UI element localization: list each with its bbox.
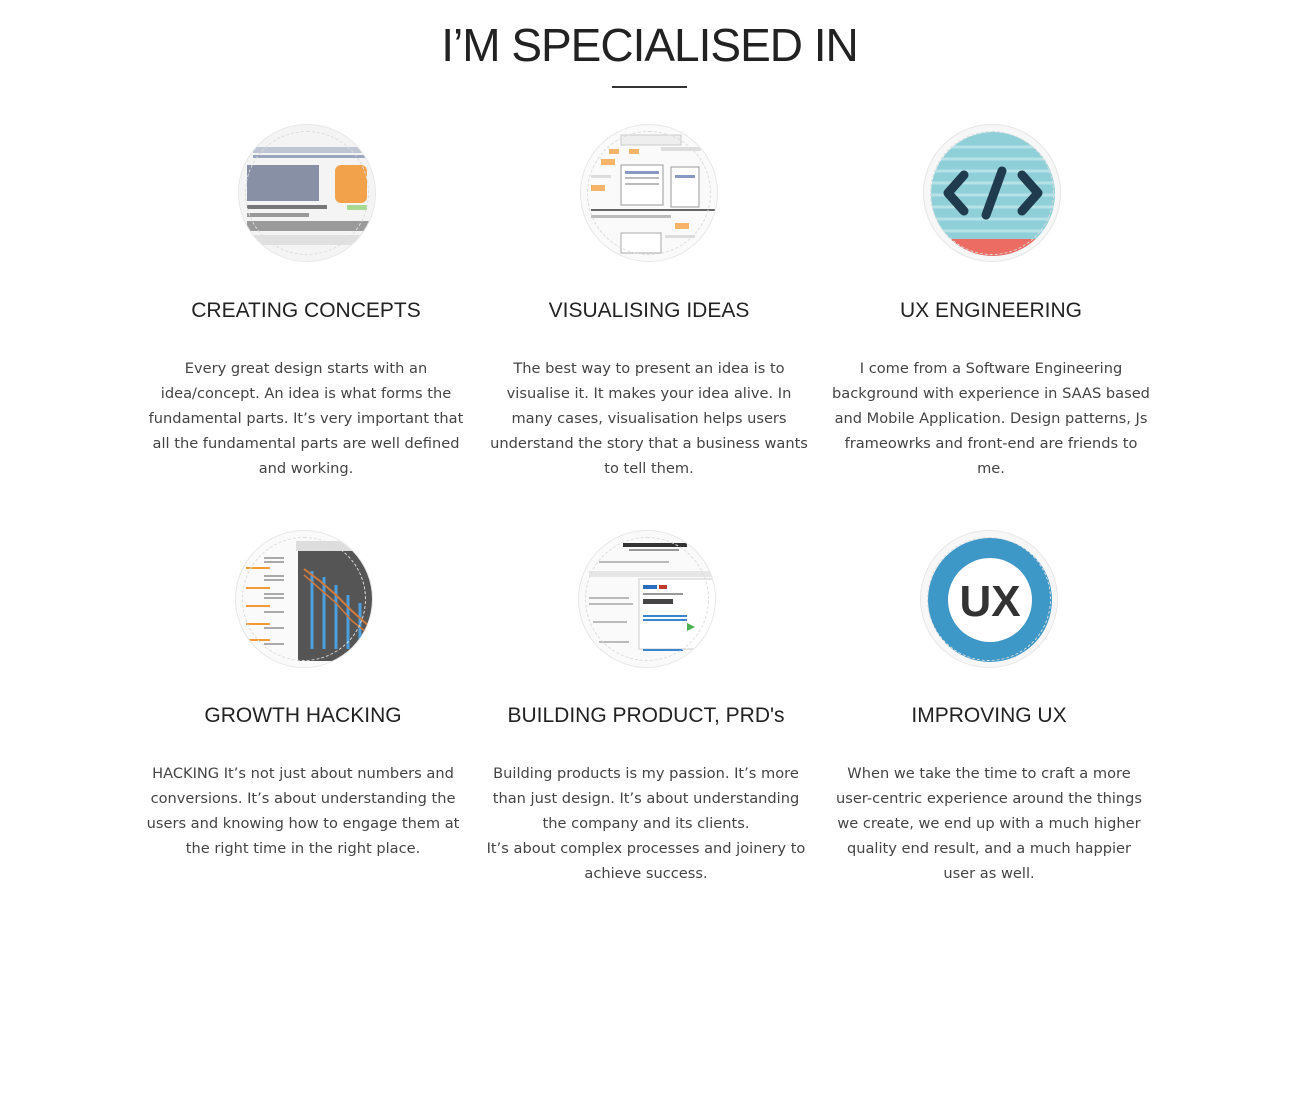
card-description: Every great design starts with an idea/c…: [148, 360, 464, 477]
card-building-product: BUILDING PRODUCT, PRD's Building product…: [486, 530, 806, 890]
prd-document-thumbnail-icon: [578, 530, 716, 668]
ux-badge-icon: UX: [920, 530, 1058, 668]
card-description-line: Building products is my passion. It’s mo…: [492, 765, 800, 832]
flowchart-thumbnail-icon: [580, 124, 718, 262]
ux-badge-text: UX: [959, 577, 1020, 626]
card-heading: BUILDING PRODUCT, PRD's: [507, 704, 785, 727]
page-title: I’M SPECIALISED IN: [441, 19, 859, 71]
card-description: Building products is my passion. It’s mo…: [486, 761, 806, 886]
code-brackets-icon: [923, 124, 1061, 262]
card-heading: IMPROVING UX: [911, 704, 1067, 727]
card-heading: VISUALISING IDEAS: [548, 299, 750, 322]
card-heading: GROWTH HACKING: [204, 704, 402, 727]
title-divider: [612, 86, 687, 88]
card-creating-concepts: CREATING CONCEPTS Every great design sta…: [146, 124, 466, 484]
card-description-line: It’s about complex processes and joinery…: [486, 840, 806, 882]
card-growth-hacking: GROWTH HACKING HACKING It’s not just abo…: [143, 530, 463, 890]
growth-chart-thumbnail-icon: [235, 530, 373, 668]
card-description: When we take the time to craft a more us…: [835, 765, 1143, 882]
card-heading: UX ENGINEERING: [899, 299, 1083, 322]
card-description: The best way to present an idea is to vi…: [490, 360, 808, 477]
card-heading: CREATING CONCEPTS: [191, 299, 421, 322]
card-description: I come from a Software Engineering backg…: [832, 360, 1150, 477]
card-improving-ux: UX IMPROVING UX When we take the time to…: [829, 530, 1149, 890]
card-visualising-ideas: VISUALISING IDEAS The best way to presen…: [489, 124, 809, 484]
card-ux-engineering: UX ENGINEERING I come from a Software En…: [831, 124, 1151, 484]
card-description: HACKING It’s not just about numbers and …: [146, 765, 460, 857]
wireframe-thumbnail-icon: [238, 124, 376, 262]
